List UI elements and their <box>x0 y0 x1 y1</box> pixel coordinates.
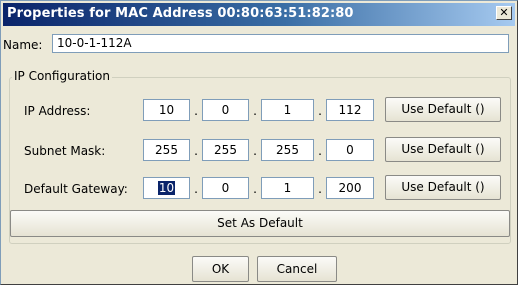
default-gateway-octet-4[interactable]: 200 <box>326 177 374 199</box>
dialog-title: Properties for MAC Address 00:80:63:51:8… <box>7 6 354 21</box>
ip-address-octet-4[interactable]: 112 <box>326 99 374 121</box>
subnet-mask-octet-1[interactable]: 255 <box>143 139 190 161</box>
ip-address-octet-3[interactable]: 1 <box>261 99 314 121</box>
name-label: Name: <box>3 38 43 52</box>
cancel-button[interactable]: Cancel <box>257 256 337 282</box>
properties-dialog: Properties for MAC Address 00:80:63:51:8… <box>0 0 518 285</box>
ip-configuration-legend: IP Configuration <box>12 69 112 83</box>
ip-address-label: IP Address: <box>24 104 91 118</box>
ip-address-octet-2[interactable]: 0 <box>202 99 249 121</box>
subnet-mask-octet-3[interactable]: 255 <box>261 139 314 161</box>
title-bar[interactable]: Properties for MAC Address 00:80:63:51:8… <box>3 3 515 26</box>
subnet-mask-separator: . <box>318 144 322 158</box>
close-button[interactable]: ✕ <box>496 6 512 20</box>
default-gateway-octet-3[interactable]: 1 <box>261 177 314 199</box>
subnet-mask-use-default-button[interactable]: Use Default () <box>385 137 501 162</box>
default-gateway-octet-2[interactable]: 0 <box>202 177 249 199</box>
ip-address-separator: . <box>318 104 322 118</box>
default-gateway-use-default-button[interactable]: Use Default () <box>385 175 501 200</box>
subnet-mask-separator: . <box>253 144 257 158</box>
ip-address-separator: . <box>194 104 198 118</box>
subnet-mask-octet-2[interactable]: 255 <box>202 139 249 161</box>
name-input[interactable]: 10-0-1-112A <box>52 34 509 53</box>
subnet-mask-label: Subnet Mask: <box>24 144 106 158</box>
ip-address-use-default-button[interactable]: Use Default () <box>385 97 501 122</box>
subnet-mask-octet-4[interactable]: 0 <box>326 139 374 161</box>
ok-button[interactable]: OK <box>192 256 249 282</box>
default-gateway-label: Default Gateway: <box>24 182 128 196</box>
ip-address-octet-1[interactable]: 10 <box>143 99 190 121</box>
set-as-default-button[interactable]: Set As Default <box>10 210 510 237</box>
default-gateway-separator: . <box>253 182 257 196</box>
close-icon: ✕ <box>499 6 509 19</box>
selected-text: 10 <box>157 181 176 195</box>
subnet-mask-separator: . <box>194 144 198 158</box>
ip-address-separator: . <box>253 104 257 118</box>
default-gateway-octet-1[interactable]: 10 <box>143 177 190 199</box>
default-gateway-separator: . <box>318 182 322 196</box>
default-gateway-separator: . <box>194 182 198 196</box>
